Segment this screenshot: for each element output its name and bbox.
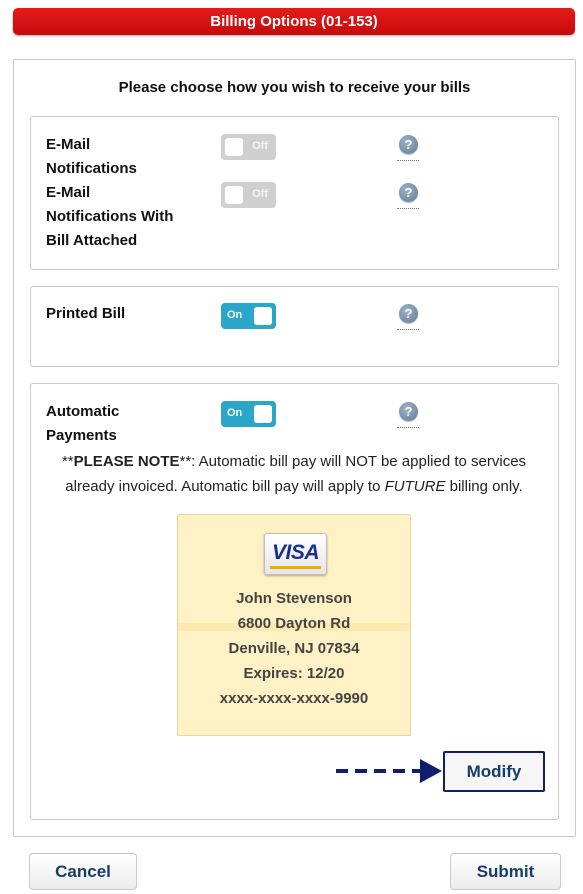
note-italic: FUTURE [384, 478, 446, 495]
note-emphasis: PLEASE NOTE [73, 453, 180, 470]
note-text: billing only. [445, 478, 523, 495]
printed-bill-box [30, 286, 559, 367]
card-brand: VISA [271, 541, 320, 564]
page-title: Billing Options (01-153) [13, 8, 575, 35]
submit-button[interactable]: Submit [450, 853, 561, 890]
toggle-knob [225, 186, 243, 204]
automatic-payments-toggle[interactable]: On [221, 401, 276, 427]
toggle-state-text: Off [252, 140, 268, 152]
card-holder-name: John Stevenson [236, 590, 352, 607]
card-address: 6800 Dayton Rd [237, 615, 351, 632]
label-line: Automatic [46, 403, 120, 420]
cancel-button[interactable]: Cancel [29, 853, 137, 890]
email-notifications-help[interactable]: ? [397, 134, 419, 161]
automatic-payments-label: Automatic Payments [46, 400, 119, 448]
help-icon: ? [399, 304, 418, 323]
payment-card: VISA John Stevenson 6800 Dayton Rd Denvi… [177, 514, 411, 736]
autopay-note: **PLEASE NOTE**: Automatic bill pay will… [36, 449, 552, 499]
note-text: ** [61, 453, 74, 470]
email-notifications-label: E-Mail Notifications [46, 133, 137, 181]
printed-bill-help[interactable]: ? [397, 303, 419, 330]
modify-button[interactable]: Modify [443, 751, 545, 792]
printed-bill-toggle[interactable]: On [221, 303, 276, 329]
email-notifications-toggle[interactable]: Off [221, 134, 276, 160]
toggle-knob [254, 307, 272, 325]
toggle-state-text: On [227, 309, 243, 321]
toggle-knob [254, 405, 272, 423]
email-attached-help[interactable]: ? [397, 182, 419, 209]
arrow-right-icon [336, 759, 442, 783]
toggle-knob [225, 138, 243, 156]
section-heading: Please choose how you wish to receive yo… [118, 79, 471, 96]
card-number: xxxx-xxxx-xxxx-9990 [219, 690, 369, 707]
toggle-state-text: Off [252, 188, 268, 200]
label-line: E-Mail [46, 184, 91, 201]
label-line: Payments [46, 427, 117, 444]
visa-stripe [270, 566, 321, 569]
label-line: Notifications With [46, 208, 174, 225]
help-icon: ? [399, 183, 418, 202]
label-line: Notifications [46, 160, 137, 177]
email-attached-toggle[interactable]: Off [221, 182, 276, 208]
label-line: Bill Attached [46, 232, 138, 249]
printed-bill-label: Printed Bill [46, 305, 126, 322]
visa-logo-icon: VISA [264, 533, 327, 575]
card-city: Denville, NJ 07834 [228, 640, 360, 657]
label-line: E-Mail [46, 136, 91, 153]
automatic-payments-help[interactable]: ? [397, 401, 419, 428]
card-expires: Expires: 12/20 [243, 665, 345, 682]
toggle-state-text: On [227, 407, 243, 419]
help-icon: ? [399, 402, 418, 421]
email-attached-label: E-Mail Notifications With Bill Attached [46, 181, 173, 253]
help-icon: ? [399, 135, 418, 154]
